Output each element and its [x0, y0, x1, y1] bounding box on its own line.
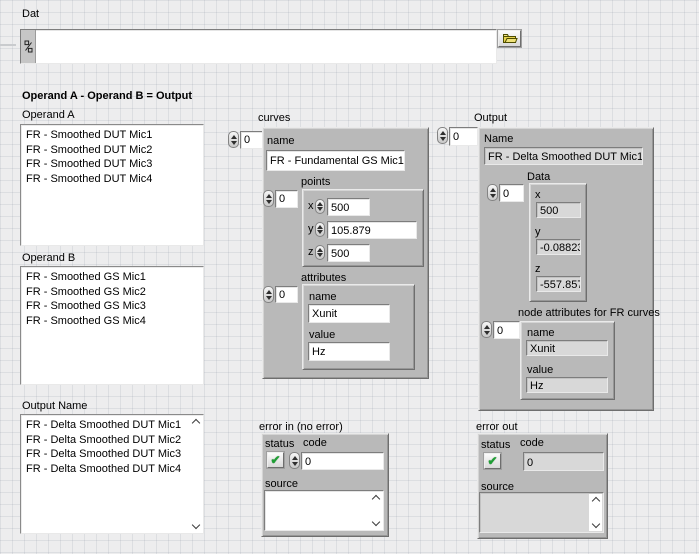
operand-b-label: Operand B [22, 252, 75, 265]
node-attributes-index-field[interactable]: 0 [493, 321, 520, 339]
data-y-label: y [535, 226, 541, 239]
scroll-down-icon[interactable] [371, 518, 379, 526]
attributes-index-field[interactable]: 0 [275, 286, 298, 303]
scroll-up-icon[interactable] [591, 497, 599, 505]
node-attr-name-label: name [527, 327, 555, 340]
front-panel: Dat Operand A - Operand B = Output Opera… [0, 0, 699, 554]
operand-b-listbox[interactable]: FR - Smoothed GS Mic1FR - Smoothed GS Mi… [20, 266, 204, 385]
points-index-spinner[interactable] [263, 190, 274, 207]
attributes-value-label: value [309, 329, 335, 342]
attributes-name-label: name [309, 291, 337, 304]
points-z-field[interactable]: 500 [327, 244, 370, 262]
list-item[interactable]: FR - Smoothed GS Mic3 [21, 299, 203, 314]
points-y-field[interactable]: 105.879 [327, 221, 417, 239]
data-z-indicator: -557.857 [536, 276, 581, 292]
error-out-code-label: code [520, 437, 544, 450]
error-in-code-spinner[interactable] [289, 452, 300, 469]
error-out-source-indicator [479, 492, 604, 533]
list-item[interactable]: FR - Smoothed DUT Mic3 [21, 157, 203, 172]
points-label: points [301, 176, 330, 189]
list-item[interactable]: FR - Smoothed DUT Mic1 [21, 128, 203, 143]
data-x-indicator: 500 [536, 202, 581, 218]
attributes-value-field[interactable]: Hz [308, 342, 390, 361]
list-item[interactable]: FR - Smoothed DUT Mic2 [21, 143, 203, 158]
points-x-field[interactable]: 500 [327, 198, 370, 216]
error-in-source-scrollbar[interactable] [369, 492, 382, 529]
scroll-down-icon[interactable] [591, 520, 599, 528]
path-type-icon[interactable] [21, 30, 36, 63]
checkmark-icon: ✔ [487, 455, 497, 467]
output-name-field-label: Name [484, 133, 513, 146]
data-y-indicator: -0.08823 [536, 239, 581, 255]
heading: Operand A - Operand B = Output [22, 90, 192, 103]
listbox-scrollbar[interactable] [189, 416, 202, 532]
list-item[interactable]: FR - Smoothed GS Mic4 [21, 314, 203, 329]
curves-index-spinner[interactable] [228, 131, 239, 148]
error-in-status-label: status [265, 438, 294, 451]
data-x-label: x [535, 189, 541, 202]
list-item[interactable]: FR - Delta Smoothed DUT Mic2 [21, 433, 203, 448]
error-in-code-field[interactable]: 0 [301, 452, 384, 470]
output-name-label: Output Name [22, 400, 87, 413]
list-item[interactable]: FR - Delta Smoothed DUT Mic1 [21, 418, 203, 433]
error-out-source-scrollbar[interactable] [589, 494, 602, 531]
error-in-source-field[interactable] [264, 490, 384, 531]
error-in-status-button[interactable]: ✔ [267, 452, 284, 468]
wire-stub [0, 44, 16, 46]
node-attributes-index-spinner[interactable] [481, 321, 492, 338]
curves-label: curves [258, 112, 290, 125]
folder-icon [502, 33, 518, 44]
operand-a-label: Operand A [22, 109, 75, 122]
path-glyph-icon [24, 39, 33, 54]
path-control-label: Dat [22, 8, 39, 21]
list-item[interactable]: FR - Smoothed GS Mic1 [21, 270, 203, 285]
points-z-label: z [308, 246, 314, 259]
output-index-field[interactable]: 0 [449, 127, 478, 146]
operand-a-listbox[interactable]: FR - Smoothed DUT Mic1FR - Smoothed DUT … [20, 124, 204, 246]
node-attr-name-indicator: Xunit [526, 340, 608, 356]
output-name-indicator: FR - Delta Smoothed DUT Mic1 [484, 147, 643, 165]
error-out-status-indicator: ✔ [484, 453, 501, 469]
points-y-label: y [308, 223, 314, 236]
points-x-label: x [308, 200, 314, 213]
node-attributes-label: node attributes for FR curves [518, 307, 660, 320]
scroll-down-icon[interactable] [191, 521, 199, 529]
error-in-code-label: code [303, 437, 327, 450]
points-index-field[interactable]: 0 [275, 190, 298, 208]
output-name-listbox[interactable]: FR - Delta Smoothed DUT Mic1FR - Delta S… [20, 414, 204, 534]
list-item[interactable]: FR - Smoothed DUT Mic4 [21, 172, 203, 187]
list-item[interactable]: FR - Smoothed GS Mic2 [21, 285, 203, 300]
node-attr-value-label: value [527, 364, 553, 377]
node-attr-value-indicator: Hz [526, 377, 608, 393]
points-x-spinner[interactable] [315, 199, 325, 214]
data-index-spinner[interactable] [487, 184, 498, 201]
curves-name-label: name [267, 135, 295, 148]
data-z-label: z [535, 263, 541, 276]
checkmark-icon: ✔ [270, 454, 280, 466]
output-index-spinner[interactable] [437, 127, 448, 144]
browse-button[interactable] [498, 30, 521, 47]
output-label: Output [474, 112, 507, 125]
scroll-up-icon[interactable] [371, 495, 379, 503]
list-item[interactable]: FR - Delta Smoothed DUT Mic4 [21, 462, 203, 477]
error-out-code-indicator: 0 [523, 452, 604, 471]
list-item[interactable]: FR - Delta Smoothed DUT Mic3 [21, 447, 203, 462]
data-index-field[interactable]: 0 [499, 184, 524, 202]
error-out-status-label: status [481, 439, 510, 452]
attributes-name-field[interactable]: Xunit [308, 304, 390, 323]
curves-name-field[interactable]: FR - Fundamental GS Mic1 [266, 150, 405, 171]
path-input[interactable] [20, 29, 497, 64]
scroll-up-icon[interactable] [191, 419, 199, 427]
points-y-spinner[interactable] [315, 222, 325, 237]
points-z-spinner[interactable] [315, 245, 325, 260]
attributes-index-spinner[interactable] [263, 286, 274, 303]
